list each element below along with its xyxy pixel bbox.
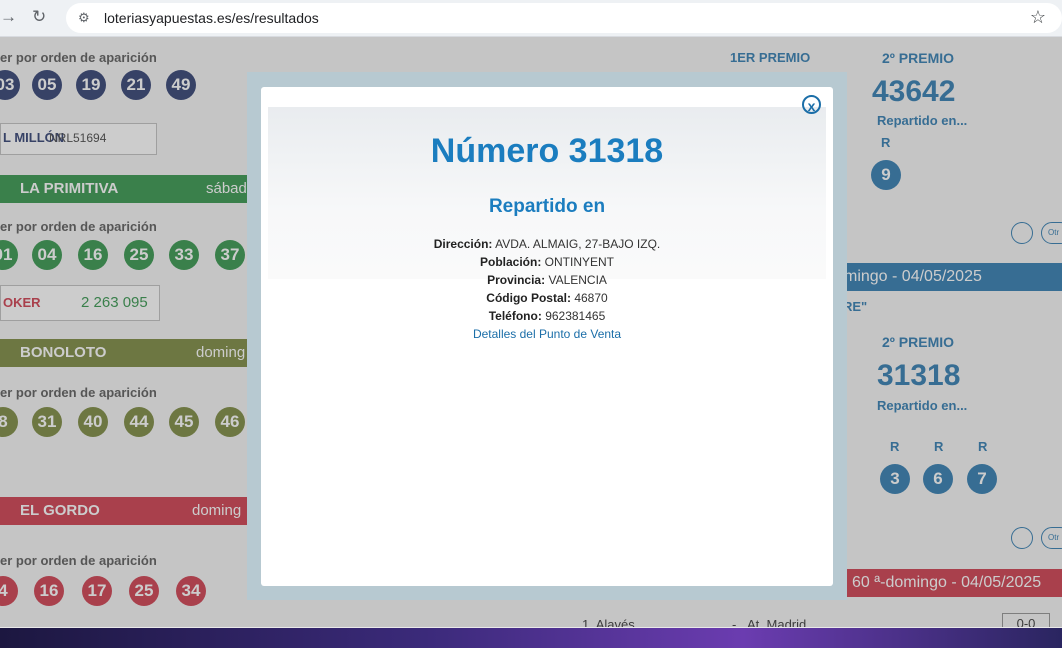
detail-town: Población: ONTINYENT (261, 255, 833, 269)
detail-phone: Teléfono: 962381465 (261, 309, 833, 323)
point-of-sale-details-link[interactable]: Detalles del Punto de Venta (261, 327, 833, 341)
modal-title: Número 31318 (430, 132, 664, 170)
detail-label: Población: (479, 255, 542, 269)
forward-icon[interactable]: → (0, 8, 17, 26)
detail-label: Provincia: (487, 273, 546, 287)
detail-label: Código Postal: (486, 291, 571, 305)
url-text: loteriasyapuestas.es/es/resultados (104, 10, 319, 26)
modal-frame: x Número 31318 Repartido en Dirección: A… (247, 72, 847, 600)
modal-subtitle: Repartido en (488, 196, 606, 217)
close-icon[interactable]: x (802, 95, 821, 114)
modal-dialog: x Número 31318 Repartido en Dirección: A… (261, 87, 833, 586)
detail-value: ONTINYENT (544, 255, 615, 269)
detail-value: VALENCIA (548, 273, 607, 287)
browser-toolbar: → ↻ ⚙ loteriasyapuestas.es/es/resultados… (0, 0, 1062, 37)
site-settings-icon[interactable]: ⚙ (78, 10, 90, 26)
detail-address: Dirección: AVDA. ALMAIG, 27-BAJO IZQ. (261, 237, 833, 251)
address-bar[interactable]: ⚙ loteriasyapuestas.es/es/resultados ☆ (66, 3, 1062, 33)
detail-value: 962381465 (545, 309, 606, 323)
detail-value: 46870 (574, 291, 608, 305)
detail-value: AVDA. ALMAIG, 27-BAJO IZQ. (495, 237, 661, 251)
desktop-wallpaper-strip (0, 628, 1062, 648)
detail-province: Provincia: VALENCIA (261, 273, 833, 287)
detail-label: Dirección: (433, 237, 493, 251)
detail-label: Teléfono: (488, 309, 542, 323)
bookmark-star-icon[interactable]: ☆ (1030, 7, 1046, 28)
reload-icon[interactable]: ↻ (32, 8, 46, 26)
detail-postal-code: Código Postal: 46870 (261, 291, 833, 305)
